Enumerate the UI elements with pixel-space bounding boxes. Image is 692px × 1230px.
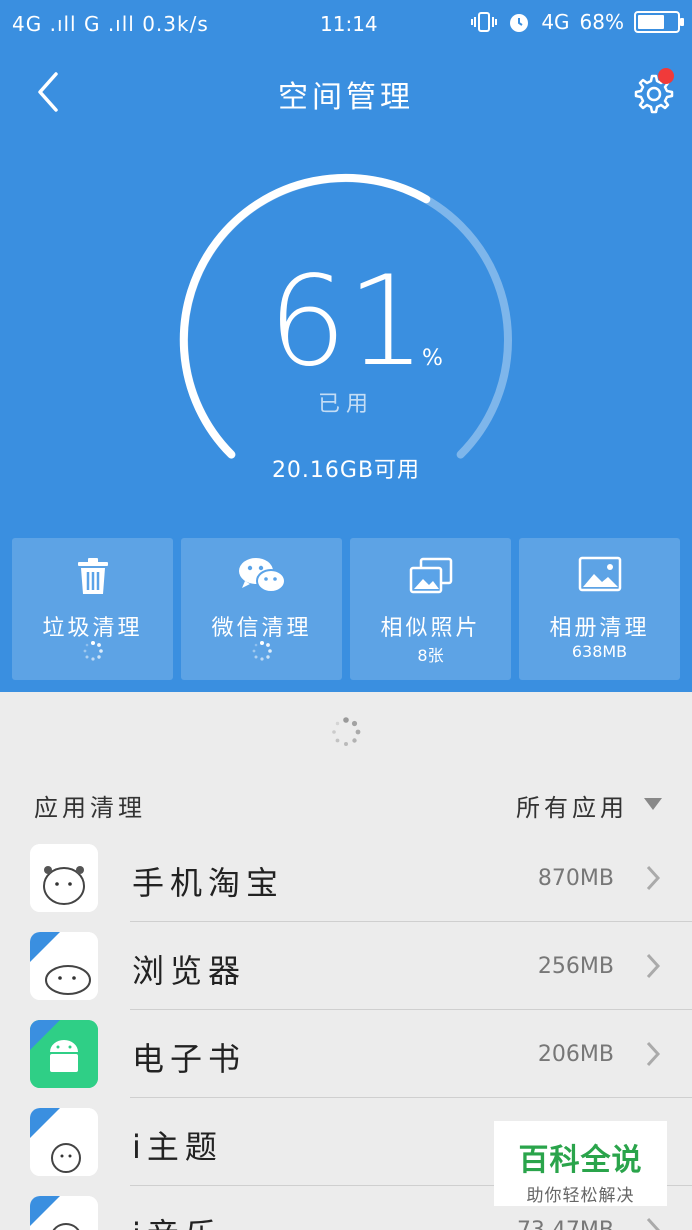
app-name: 电子书	[132, 1040, 247, 1078]
bear-avatar-icon	[30, 1196, 98, 1230]
tile-label: 相似照片	[380, 616, 481, 641]
tile-label: 相册清理	[549, 616, 650, 641]
app-name: i音乐	[132, 1210, 223, 1230]
watermark-subtitle: 助你轻松解决	[526, 1186, 635, 1206]
list-item[interactable]: 电子书 206MB	[0, 1010, 692, 1098]
loading-spinner-icon	[332, 717, 361, 746]
album-icon	[578, 556, 621, 592]
dropdown-triangle-icon[interactable]	[644, 798, 662, 810]
watermark-title: 百科全说	[518, 1143, 643, 1178]
app-size: 206MB	[537, 1042, 614, 1067]
available-space: 20.16GB可用	[271, 458, 421, 483]
app-icon	[30, 1020, 98, 1088]
similar-photos-tile[interactable]: 相似照片 8张	[350, 538, 511, 680]
chevron-right-icon	[646, 1217, 661, 1230]
loading-spinner-icon	[83, 641, 103, 661]
watermark-logo: 百科全说 助你轻松解决	[494, 1121, 667, 1206]
used-percent: 61	[268, 250, 426, 394]
wechat-icon	[238, 558, 286, 593]
bear-avatar-icon	[30, 844, 98, 912]
similar-photos-icon	[409, 557, 452, 594]
app-icon	[30, 1108, 98, 1176]
header-panel: 4G .ıll G .ıll 0.3k/s 11:14 4G 68% 空间管理 …	[0, 0, 692, 692]
chevron-right-icon	[646, 865, 661, 891]
cleanup-tiles: 垃圾清理 微信清理 相似照片 8张 相册清理 638MB	[12, 538, 680, 680]
trash-icon	[77, 558, 108, 594]
app-size: 256MB	[537, 954, 614, 979]
app-size: 73.47MB	[517, 1218, 614, 1230]
junk-clean-tile[interactable]: 垃圾清理	[12, 538, 173, 680]
section-title: 应用清理	[34, 794, 146, 822]
chevron-right-icon	[646, 953, 661, 979]
tile-count: 8张	[417, 646, 444, 665]
app-icon	[30, 1196, 98, 1230]
bear-avatar-icon	[30, 1108, 98, 1176]
list-item[interactable]: 手机淘宝 870MB	[0, 834, 692, 922]
loading-spinner-icon	[252, 641, 272, 661]
wechat-clean-tile[interactable]: 微信清理	[181, 538, 342, 680]
used-label: 已用	[317, 392, 374, 417]
android-icon	[30, 1020, 98, 1088]
app-name: 手机淘宝	[132, 864, 285, 902]
app-size: 870MB	[537, 866, 614, 891]
bear-avatar-icon	[30, 932, 98, 1000]
app-icon	[30, 844, 98, 912]
app-icon	[30, 932, 98, 1000]
tile-label: 垃圾清理	[42, 616, 143, 641]
tile-label: 微信清理	[211, 616, 312, 641]
chevron-right-icon	[646, 1041, 661, 1067]
app-clean-header: 应用清理 所有应用	[0, 772, 692, 834]
list-item[interactable]: 浏览器 256MB	[0, 922, 692, 1010]
album-clean-tile[interactable]: 相册清理 638MB	[519, 538, 680, 680]
app-name: 浏览器	[132, 952, 247, 990]
app-filter-dropdown[interactable]: 所有应用	[516, 788, 628, 823]
tile-size: 638MB	[571, 642, 628, 661]
percent-unit: %	[422, 346, 443, 371]
app-name: i主题	[132, 1128, 223, 1166]
